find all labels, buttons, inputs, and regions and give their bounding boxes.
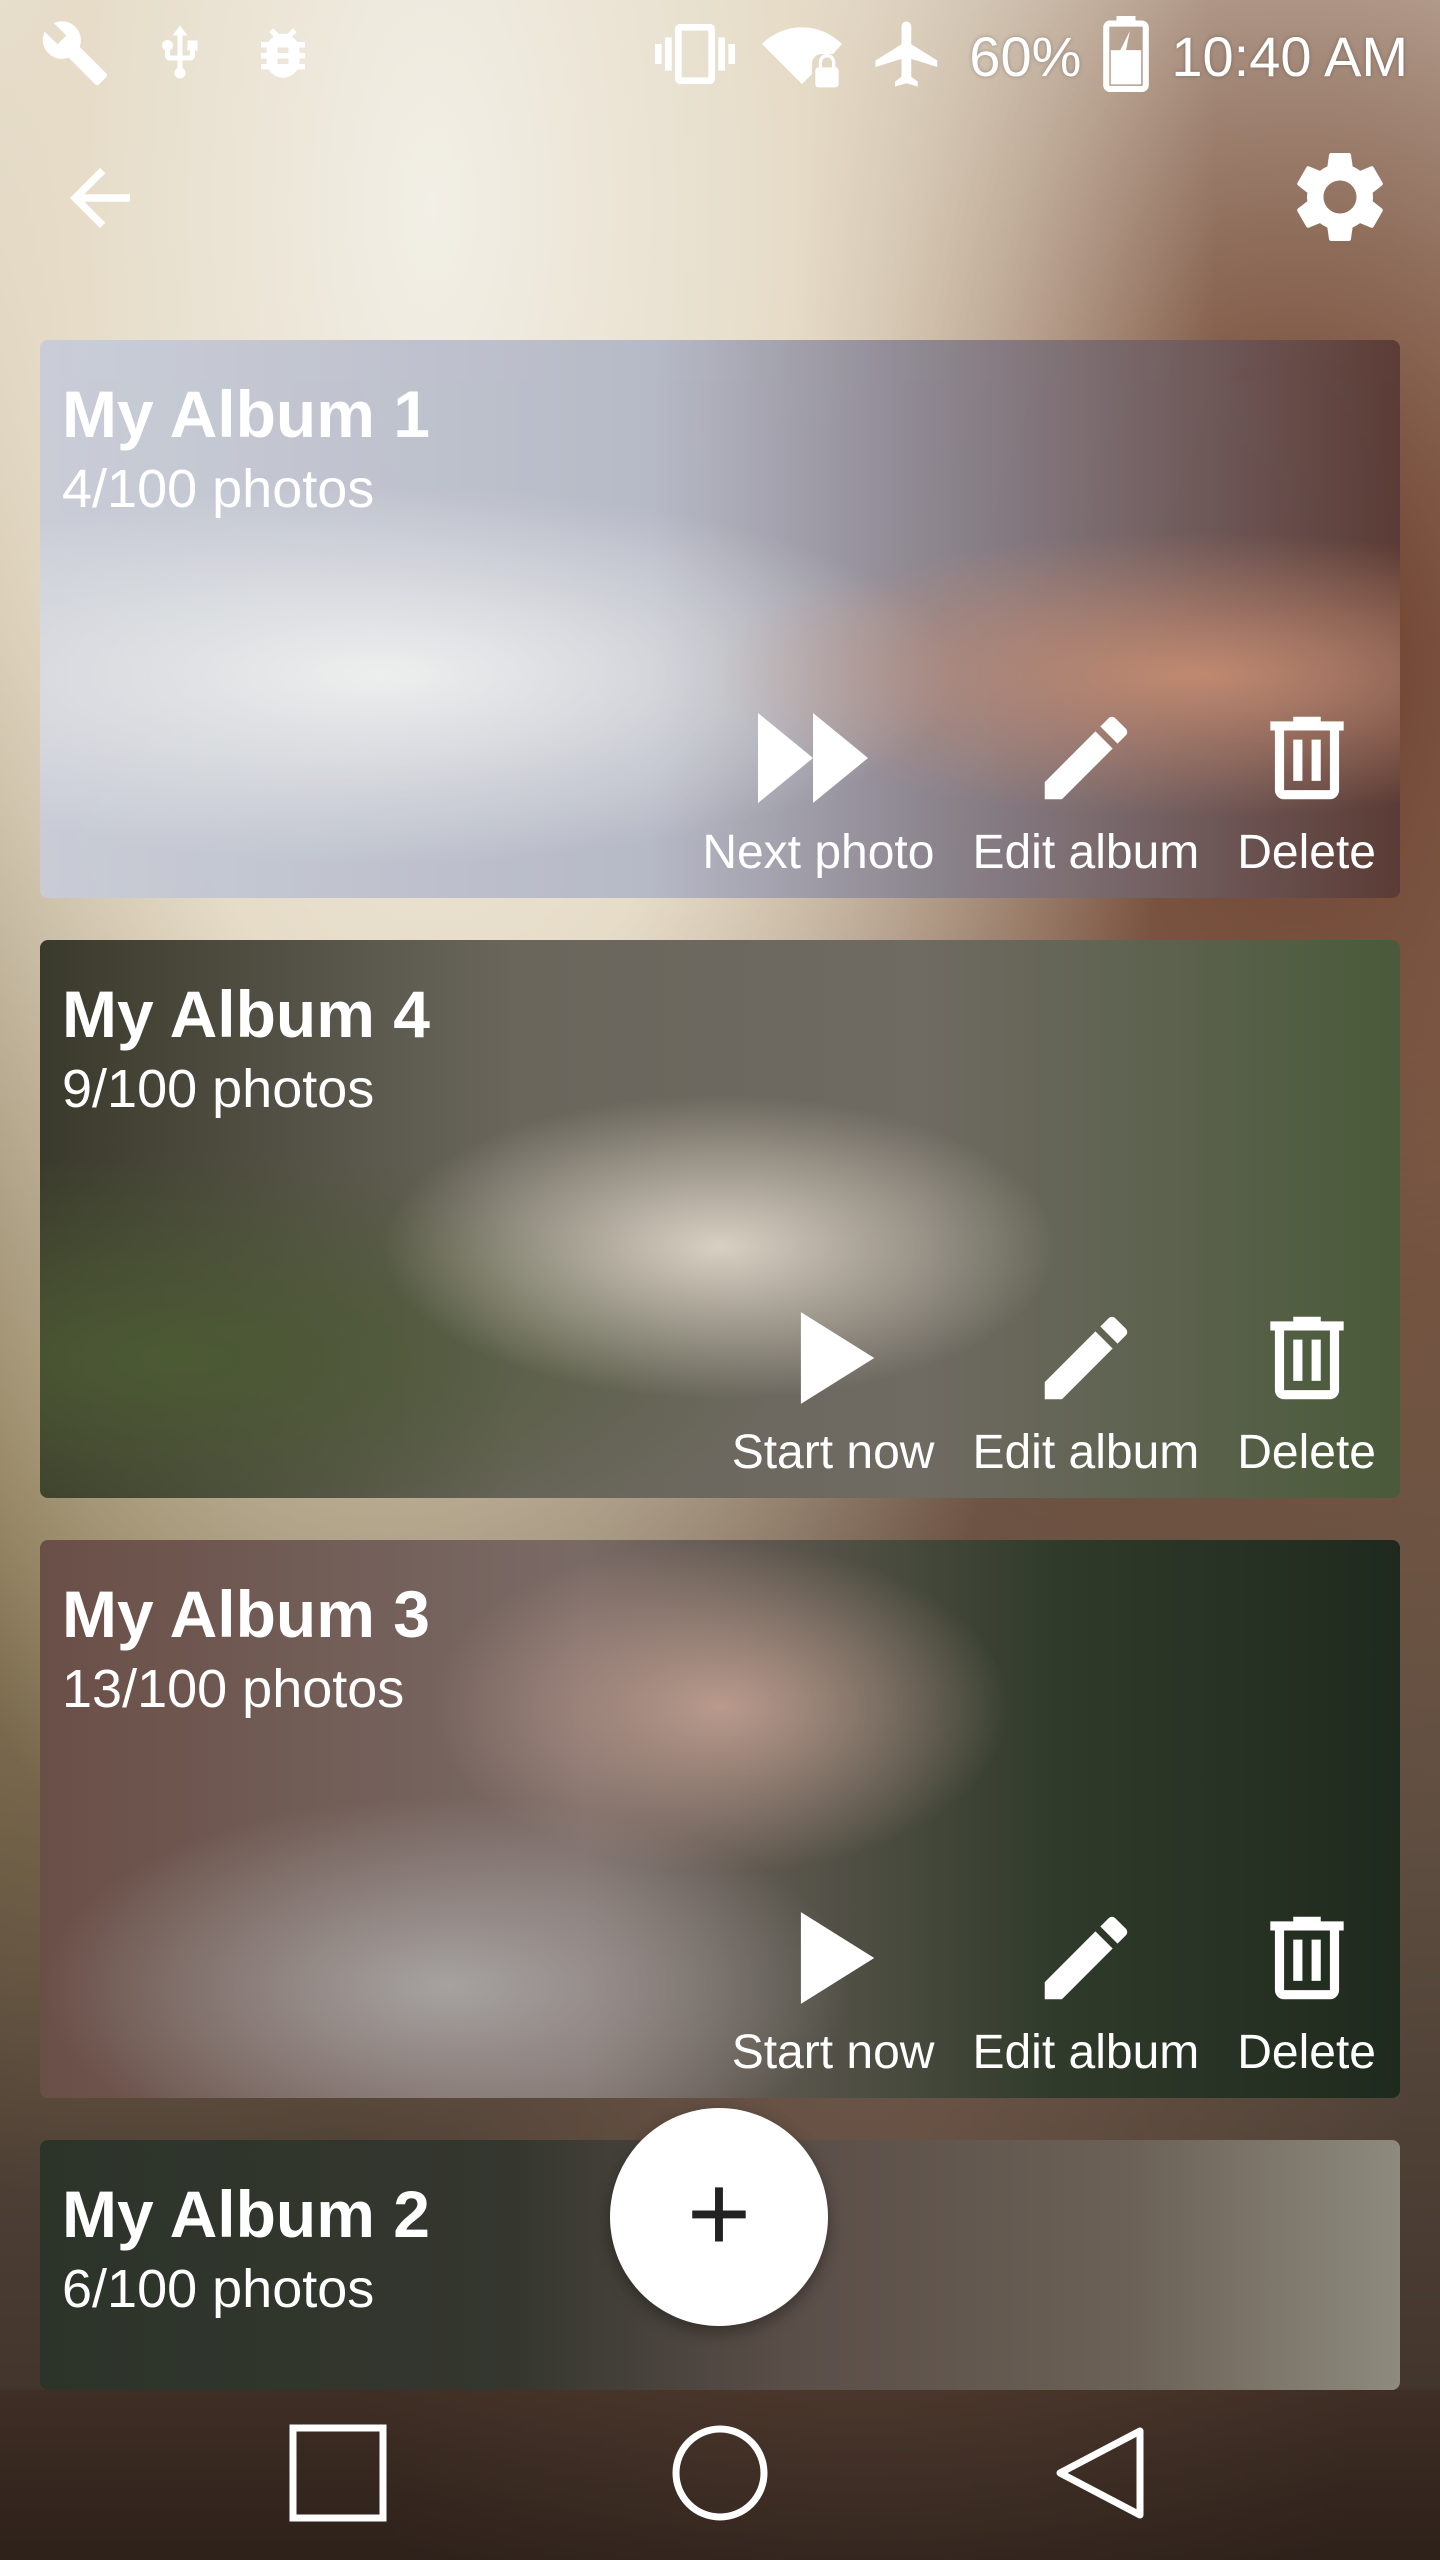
album-title: My Album 1: [62, 377, 430, 451]
delete-album-button[interactable]: Delete: [1237, 695, 1376, 880]
recents-button[interactable]: [278, 2423, 398, 2528]
album-photo-count: 4/100 photos: [62, 459, 375, 519]
back-button[interactable]: [40, 150, 160, 250]
triangle-back-icon: [1050, 2423, 1150, 2528]
status-bar: 60% 10:40 AM: [0, 0, 1440, 100]
plus-icon: +: [686, 2152, 752, 2275]
album-card[interactable]: My Album 1 4/100 photos Next photo Edit …: [40, 340, 1400, 898]
play-icon: [778, 1903, 888, 2018]
album-card[interactable]: My Album 4 9/100 photos Start now Edit a…: [40, 940, 1400, 1498]
clock: 10:40 AM: [1171, 25, 1408, 88]
pencil-icon: [1031, 703, 1141, 818]
battery-percent: 60%: [969, 25, 1082, 88]
wifi-lock-icon: [757, 14, 847, 99]
action-label: Delete: [1237, 2026, 1376, 2079]
gear-icon: [1285, 142, 1395, 257]
album-title: My Album 3: [62, 1577, 430, 1651]
album-photo-count: 13/100 photos: [62, 1659, 405, 1719]
home-button[interactable]: [660, 2425, 780, 2525]
bug-icon: [250, 20, 316, 91]
settings-button[interactable]: [1280, 144, 1400, 254]
album-photo-count: 9/100 photos: [62, 1059, 375, 1119]
action-label: Delete: [1237, 826, 1376, 879]
action-label: Start now: [731, 2026, 935, 2079]
delete-album-button[interactable]: Delete: [1237, 1295, 1376, 1480]
vibrate-icon: [655, 14, 736, 99]
action-label: Next photo: [702, 826, 935, 879]
album-card[interactable]: My Album 3 13/100 photos Start now Edit …: [40, 1540, 1400, 2098]
edit-album-button[interactable]: Edit album: [972, 1895, 1199, 2080]
start-now-button[interactable]: Start now: [731, 1895, 935, 2080]
app-bar: [0, 130, 1440, 270]
start-now-button[interactable]: Start now: [731, 1295, 935, 1480]
nav-back-button[interactable]: [1040, 2425, 1160, 2525]
battery-charging-icon: [1103, 16, 1150, 97]
edit-album-button[interactable]: Edit album: [972, 1295, 1199, 1480]
pencil-icon: [1031, 1303, 1141, 1418]
album-photo-count: 6/100 photos: [62, 2259, 375, 2319]
album-title: My Album 4: [62, 977, 430, 1051]
action-label: Edit album: [972, 2026, 1200, 2079]
play-icon: [778, 1303, 888, 1418]
add-album-button[interactable]: +: [610, 2108, 828, 2326]
action-label: Delete: [1237, 1426, 1376, 1479]
trash-icon: [1252, 1303, 1362, 1418]
action-label: Edit album: [972, 1426, 1200, 1479]
next-photo-button[interactable]: Next photo: [702, 695, 934, 880]
action-label: Start now: [731, 1426, 935, 1479]
square-icon: [288, 2423, 388, 2528]
airplane-icon: [869, 15, 947, 98]
delete-album-button[interactable]: Delete: [1237, 1895, 1376, 2080]
fast-forward-icon: [753, 703, 883, 818]
wrench-icon: [40, 18, 110, 93]
usb-icon: [150, 18, 210, 93]
circle-icon: [670, 2423, 770, 2528]
action-label: Edit album: [972, 826, 1200, 879]
trash-icon: [1252, 703, 1362, 818]
arrow-left-icon: [45, 153, 155, 248]
album-title: My Album 2: [62, 2177, 430, 2251]
pencil-icon: [1031, 1903, 1141, 2018]
navigation-bar: [0, 2390, 1440, 2560]
edit-album-button[interactable]: Edit album: [972, 695, 1199, 880]
trash-icon: [1252, 1903, 1362, 2018]
